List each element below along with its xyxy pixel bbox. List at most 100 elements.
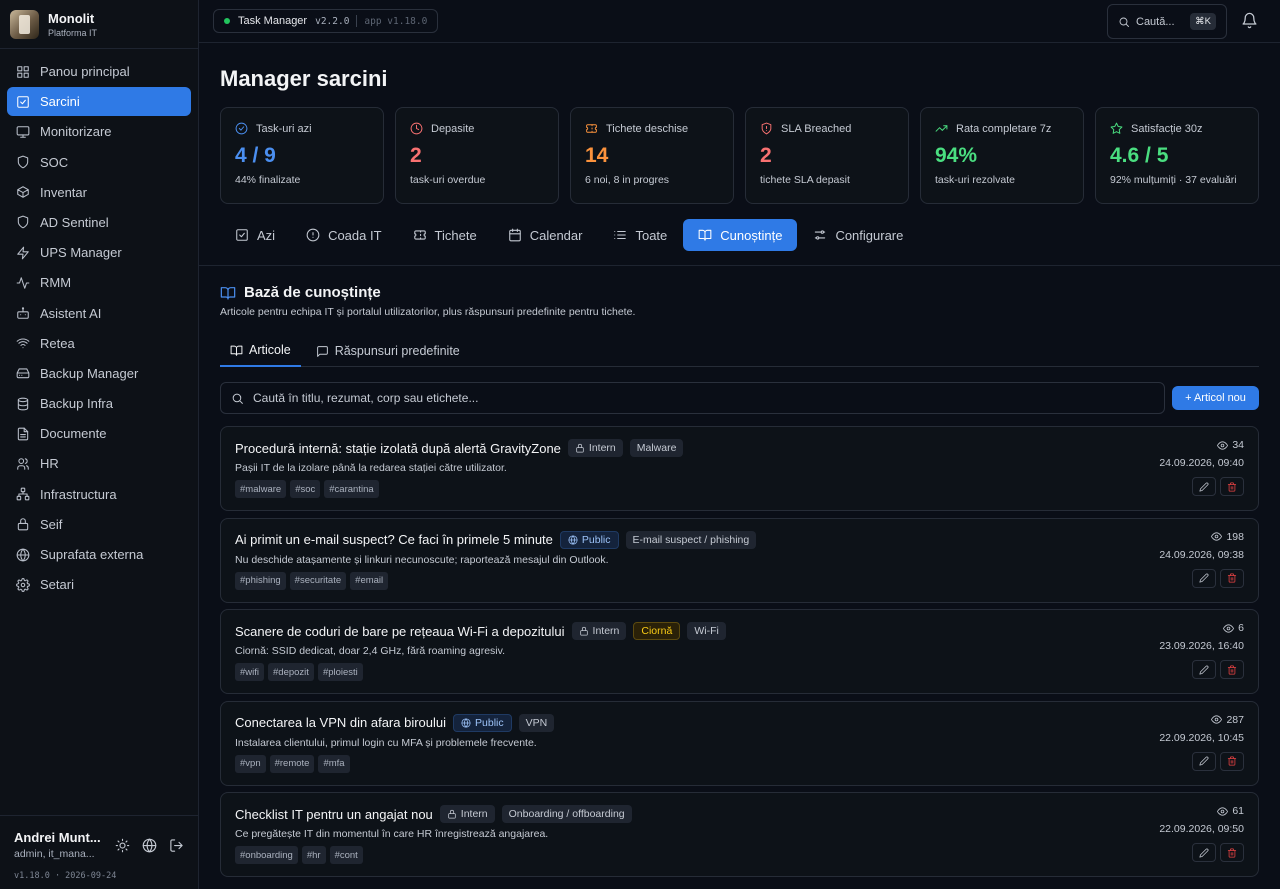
tab-calendar[interactable]: Calendar — [493, 219, 598, 251]
article-title[interactable]: Checklist IT pentru un angajat nou — [235, 807, 433, 822]
stat-label: Task-uri azi — [256, 122, 312, 135]
delete-button[interactable] — [1220, 568, 1244, 588]
tag[interactable]: #phishing — [235, 571, 286, 590]
sidebar-item-documente[interactable]: Documente — [7, 419, 191, 448]
eye-icon — [1211, 532, 1223, 541]
stat-card[interactable]: Task-uri azi 4 / 9 44% finalizate — [220, 107, 384, 204]
stat-card[interactable]: Rata completare 7z 94% task-uri rezolvate — [920, 107, 1084, 204]
sidebar-item-ad-sentinel[interactable]: AD Sentinel — [7, 208, 191, 237]
tag[interactable]: #securitate — [289, 571, 347, 590]
delete-button[interactable] — [1220, 477, 1244, 496]
stat-label: Satisfacție 30z — [1131, 122, 1203, 135]
sidebar-item-backup-manager[interactable]: Backup Manager — [7, 359, 191, 388]
stat-card[interactable]: Satisfacție 30z 4.6 / 5 92% mulțumiți · 37… — [1095, 107, 1259, 204]
sidebar-item-retea[interactable]: Retea — [7, 329, 191, 358]
tab-toate[interactable]: Toate — [598, 219, 682, 251]
sidebar-item-asistent-ai[interactable]: Asistent AI — [7, 299, 191, 328]
delete-button[interactable] — [1220, 660, 1244, 679]
article-title[interactable]: Procedură internă: stație izolată după a… — [235, 441, 561, 456]
bell-icon[interactable] — [1241, 12, 1258, 29]
sidebar-item-infrastructura[interactable]: Infrastructura — [7, 480, 191, 509]
article-card[interactable]: Procedură internă: stație izolată după a… — [220, 426, 1259, 511]
stat-card[interactable]: Depasite 2 task-uri overdue — [395, 107, 559, 204]
subtab-articles[interactable]: Articole — [220, 335, 301, 367]
tag[interactable]: #cont — [329, 846, 363, 864]
tag[interactable]: #vpn — [235, 754, 266, 773]
tab-azi[interactable]: Azi — [220, 219, 290, 251]
sidebar-item-setari[interactable]: Setari — [7, 570, 191, 599]
tag[interactable]: #wifi — [235, 663, 265, 681]
sidebar-item-backup-infra[interactable]: Backup Infra — [7, 389, 191, 418]
sidebar-item-ups-manager[interactable]: UPS Manager — [7, 238, 191, 267]
article-date: 22.09.2026, 10:45 — [1159, 731, 1244, 744]
article-card[interactable]: Checklist IT pentru un angajat nou Intern… — [220, 792, 1259, 877]
sidebar-item-soc[interactable]: SOC — [7, 148, 191, 177]
subtab-canned-responses[interactable]: Răspunsuri predefinite — [306, 335, 470, 367]
sidebar-item-label: UPS Manager — [40, 245, 122, 261]
article-title[interactable]: Conectarea la VPN din afara biroului — [235, 715, 446, 730]
sidebar-item-suprafata-externa[interactable]: Suprafata externa — [7, 540, 191, 569]
tag[interactable]: #remote — [269, 754, 315, 773]
sidebar-item-monitorizare[interactable]: Monitorizare — [7, 117, 191, 146]
tag[interactable]: #email — [350, 571, 389, 590]
edit-button[interactable] — [1192, 477, 1216, 496]
tag[interactable]: #soc — [290, 480, 321, 498]
sidebar-item-seif[interactable]: Seif — [7, 510, 191, 539]
article-title[interactable]: Scanere de coduri de bare pe rețeaua Wi-… — [235, 624, 565, 639]
pencil-icon — [1199, 665, 1209, 675]
new-article-button[interactable]: + Articol nou — [1172, 386, 1259, 410]
badge-text: Ciornă — [641, 625, 673, 637]
tab-configurare[interactable]: Configurare — [798, 219, 918, 251]
tag[interactable]: #onboarding — [235, 846, 298, 864]
sidebar-nav: Panou principal Sarcini Monitorizare SOC Inv… — [0, 49, 198, 599]
article-card[interactable]: Scanere de coduri de bare pe rețeaua Wi-… — [220, 609, 1259, 694]
tag[interactable]: #mfa — [318, 754, 350, 773]
app-switcher[interactable]: Task Manager v2.2.0 app v1.18.0 — [213, 9, 439, 33]
global-search-button[interactable]: Caută... ⌘K — [1107, 4, 1227, 39]
wifi-icon — [16, 338, 30, 349]
view-count: 287 — [1211, 714, 1244, 726]
stat-subtext: 92% mulțumiți · 37 evaluări — [1110, 174, 1237, 186]
edit-button[interactable] — [1192, 843, 1216, 862]
article-card[interactable]: Conectarea la VPN din afara biroului Publ… — [220, 700, 1259, 786]
article-title[interactable]: Ai primit un e-mail suspect? Ce faci în … — [235, 532, 553, 547]
brand[interactable]: Monolit Platforma IT — [0, 0, 198, 49]
search-icon — [1119, 17, 1129, 27]
tab-coada-it[interactable]: Coada IT — [291, 219, 396, 251]
edit-button[interactable] — [1192, 751, 1216, 771]
tag[interactable]: #ploiesti — [317, 663, 363, 681]
stat-value: 2 — [760, 144, 772, 167]
tab-tichete[interactable]: Tichete — [398, 219, 492, 251]
edit-button[interactable] — [1192, 568, 1216, 588]
language-globe-icon[interactable] — [142, 838, 157, 853]
delete-button[interactable] — [1220, 751, 1244, 771]
tab-cunoștințe[interactable]: Cunoștințe — [683, 219, 798, 251]
article-card[interactable]: Ai primit un e-mail suspect? Ce faci în … — [220, 517, 1259, 603]
eye-icon — [1223, 623, 1235, 633]
sidebar-item-panou-principal[interactable]: Panou principal — [7, 57, 191, 86]
stat-card[interactable]: Tichete deschise 14 6 noi, 8 in progres — [570, 107, 734, 204]
kb-search-input[interactable]: Caută în titlu, rezumat, corp sau etiche… — [220, 382, 1165, 414]
logout-icon[interactable] — [169, 838, 184, 853]
sidebar-item-hr[interactable]: HR — [7, 449, 191, 478]
views-value: 61 — [1232, 805, 1244, 817]
badge-text: VPN — [525, 716, 548, 729]
edit-button[interactable] — [1192, 660, 1216, 679]
theme-sun-icon[interactable] — [115, 838, 130, 853]
stat-card[interactable]: SLA Breached 2 tichete SLA depasit — [745, 107, 909, 204]
tag[interactable]: #depozit — [268, 663, 314, 681]
article-date: 24.09.2026, 09:38 — [1159, 548, 1244, 561]
views-value: 34 — [1232, 439, 1244, 451]
book-icon — [230, 345, 243, 356]
sidebar-item-sarcini[interactable]: Sarcini — [7, 87, 191, 117]
kb-subtabs: Articole Răspunsuri predefinite — [220, 335, 1259, 367]
sidebar-item-inventar[interactable]: Inventar — [7, 178, 191, 207]
trash-icon — [1227, 756, 1237, 766]
user-name[interactable]: Andrei Munt... — [14, 830, 101, 845]
sidebar-item-rmm[interactable]: RMM — [7, 268, 191, 297]
tab-label: Calendar — [529, 227, 583, 243]
tag[interactable]: #malware — [235, 480, 287, 498]
tag[interactable]: #carantina — [324, 480, 379, 498]
tag[interactable]: #hr — [301, 846, 326, 864]
delete-button[interactable] — [1220, 843, 1244, 862]
